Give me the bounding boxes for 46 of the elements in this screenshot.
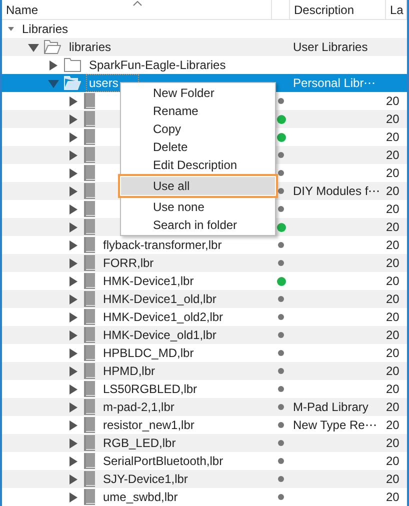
date-text: 20 (386, 436, 400, 450)
date-text: 20 (386, 472, 400, 486)
tree-item-label: FORR,lbr (102, 255, 155, 272)
description-text: New Type Re⋯ (293, 418, 377, 432)
date-text: 20 (386, 184, 400, 198)
tree-item-label: RGB_LED,lbr (102, 435, 177, 452)
date-text: 20 (386, 490, 400, 504)
tree-item-label: Libraries (21, 21, 70, 38)
date-text: 20 (386, 94, 400, 108)
tree-item-label: HPBLDC_MD,lbr (102, 345, 195, 362)
tree-item-label: SJY-Device1,lbr (102, 471, 189, 488)
date-text: 20 (386, 274, 400, 288)
date-text: 20 (386, 400, 400, 414)
description-text: M-Pad Library (293, 400, 368, 414)
tree-item-label: flyback-transformer,lbr (102, 237, 223, 254)
tree-item-label: HMK-Device1_old,lbr (102, 291, 218, 308)
tree-item-label: LS50RGBLED,lbr (102, 381, 198, 398)
date-text: 20 (386, 238, 400, 252)
tree-item-label: ume_swbd,lbr (102, 489, 179, 506)
date-text: 20 (386, 454, 400, 468)
date-text: 20 (386, 364, 400, 378)
date-text: 20 (386, 166, 400, 180)
description-text: User Libraries (293, 40, 368, 54)
date-text: 20 (386, 112, 400, 126)
tree-item-label: m-pad-2,1,lbr (102, 399, 176, 416)
date-text: 20 (386, 256, 400, 270)
date-text: 20 (386, 418, 400, 432)
tree-item-label: HPMD,lbr (102, 363, 156, 380)
tree-item-label: SerialPortBluetooth,lbr (102, 453, 224, 470)
date-text: 20 (386, 130, 400, 144)
date-text: 20 (386, 292, 400, 306)
tree-item-label: libraries (68, 39, 112, 56)
tree-item-label: SparkFun-Eagle-Libraries (88, 57, 227, 74)
description-text: DIY Modules f⋯ (293, 184, 380, 198)
date-text: 20 (386, 382, 400, 396)
date-text: 20 (386, 202, 400, 216)
date-text: 20 (386, 310, 400, 324)
tree-item-label: resistor_new1,lbr (102, 417, 196, 434)
date-text: 20 (386, 346, 400, 360)
date-text: 20 (386, 220, 400, 234)
date-text: 20 (386, 328, 400, 342)
tree-item-label: HMK-Device1,lbr (102, 273, 195, 290)
tree-item-label: HMK-Device_old1,lbr (102, 327, 218, 344)
date-text: 20 (386, 148, 400, 162)
description-text: Personal Libr⋯ (293, 76, 376, 90)
tree-item-label: HMK-Device1_old2,lbr (102, 309, 224, 326)
